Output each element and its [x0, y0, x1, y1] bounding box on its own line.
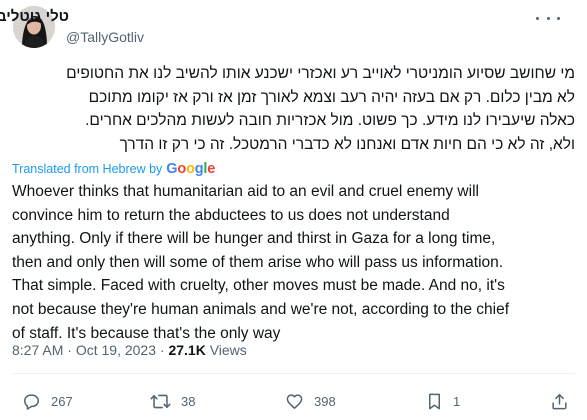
bookmark-icon	[426, 392, 443, 411]
translation-line: not because they're human animals and we…	[12, 300, 510, 318]
views-count[interactable]: 27.1K	[168, 342, 205, 358]
translation-line: anything. Only if there will be hunger a…	[12, 230, 496, 248]
bookmark-button[interactable]: 1	[426, 390, 460, 412]
author-name[interactable]: טלי גוטליב	[0, 8, 69, 26]
tweet-time[interactable]: 8:27 AM	[12, 342, 63, 358]
retweet-count: 38	[181, 393, 196, 409]
views-label: Views	[209, 342, 247, 358]
retweet-button[interactable]: 38	[150, 390, 195, 412]
translation-line: then and only then will some of them ari…	[12, 253, 504, 271]
translation-line: Whoever thinks that humanitarian aid to …	[12, 183, 479, 200]
author-handle[interactable]: @TallyGotliv	[66, 29, 144, 45]
divider	[12, 373, 575, 374]
heart-icon	[285, 392, 304, 411]
translation-label: Translated from Hebrew by	[12, 162, 163, 176]
google-letter: g	[194, 161, 204, 177]
translation-attribution[interactable]: Translated from Hebrew by Google	[12, 161, 215, 177]
more-options-button[interactable]	[536, 10, 560, 26]
author-name-container: טלי גוטליב	[0, 8, 69, 26]
reply-count: 267	[51, 393, 73, 409]
meta-separator: ·	[67, 342, 72, 358]
original-line: לא מבין כלום. רק אם בעזה יהיה רעב וצמא ל…	[88, 88, 575, 106]
tweet-card: טלי גוטליב @TallyGotliv מי שחושב שסיוע ה…	[0, 0, 587, 420]
meta-separator: ·	[159, 342, 165, 358]
translation-line: convince him to return the abductees to …	[12, 206, 450, 224]
tweet-meta: 8:27 AM · Oct 19, 2023 · 27.1K Views	[12, 342, 247, 358]
original-line: ולא, זה לא כי הם חיות אדם ואנחנו לא כדבר…	[119, 135, 575, 153]
original-line: כאלה שיעבירו לנו מידע. כך פשוט. מול אכזר…	[85, 112, 575, 129]
google-logo: Google	[166, 161, 215, 177]
tweet-original-text: מי שחושב שסיוע הומניטרי לאוייב רע ואכזרי…	[12, 62, 575, 156]
more-dot-icon	[536, 16, 539, 20]
google-letter: o	[186, 161, 195, 177]
like-button[interactable]: 398	[285, 390, 336, 412]
share-button[interactable]	[550, 390, 569, 412]
reply-icon	[22, 392, 41, 411]
like-count: 398	[314, 393, 336, 409]
google-letter: o	[177, 161, 187, 177]
google-letter: e	[207, 161, 216, 177]
translation-line: That simple. Faced with cruelty, other m…	[12, 277, 505, 295]
original-line: מי שחושב שסיוע הומניטרי לאוייב רע ואכזרי…	[66, 65, 575, 82]
tweet-translated-text: Whoever thinks that humanitarian aid to …	[12, 180, 582, 345]
bookmark-count: 1	[453, 393, 461, 409]
share-icon	[550, 392, 569, 411]
reply-button[interactable]: 267	[22, 390, 73, 412]
google-letter: G	[166, 161, 178, 177]
more-dot-icon	[557, 16, 560, 20]
retweet-icon	[150, 392, 171, 411]
more-dot-icon	[546, 16, 550, 20]
tweet-date[interactable]: Oct 19, 2023	[76, 342, 156, 358]
